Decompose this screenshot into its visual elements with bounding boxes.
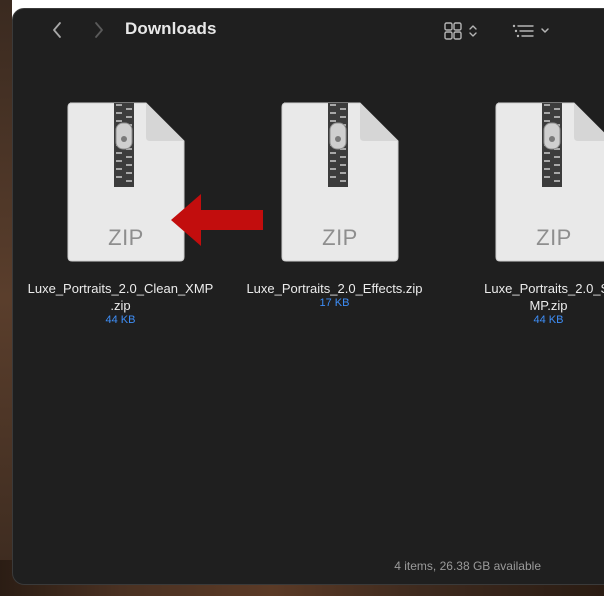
chevron-down-icon xyxy=(541,28,549,33)
file-grid: ZIP Luxe_Portraits_2.0_Clean_XMP .zip 44… xyxy=(13,53,604,584)
annotation-arrow xyxy=(171,194,263,246)
status-bar: 4 items, 26.38 GB available xyxy=(13,554,603,584)
zip-file-icon: ZIP xyxy=(278,101,402,263)
list-sort-icon xyxy=(512,24,534,38)
file-name-line: Luxe_Portraits_2.0_Effects.zip xyxy=(246,281,423,296)
zip-file-icon: ZIP xyxy=(64,101,188,263)
zip-icon-label: ZIP xyxy=(322,225,358,250)
file-size: 44 KB xyxy=(105,314,136,326)
finder-window: Downloads ZIP Luxe_Portraits_2.0_Clean_X… xyxy=(12,8,604,585)
file-name-line: MP.zip xyxy=(529,298,568,313)
file-name: Luxe_Portraits_2.0_Clean_XMP .zip 44 KB xyxy=(13,280,228,327)
zip-icon-label: ZIP xyxy=(536,225,572,250)
forward-button[interactable] xyxy=(85,17,113,43)
file-name-line: Luxe_Portraits_2.0_St xyxy=(484,281,604,296)
file-name: Luxe_Portraits_2.0_St MP.zip 44 KB xyxy=(441,280,604,327)
file-name-line: Luxe_Portraits_2.0_Clean_XMP xyxy=(27,281,214,296)
grid-view-icon xyxy=(444,22,462,40)
group-sort-button[interactable] xyxy=(511,19,565,43)
file-size: 44 KB xyxy=(533,314,564,326)
window-title: Downloads xyxy=(125,19,217,38)
zip-icon-label: ZIP xyxy=(108,225,144,250)
toolbar: Downloads xyxy=(13,9,604,53)
file-name: Luxe_Portraits_2.0_Effects.zip 17 KB xyxy=(227,280,442,310)
chevron-up-down-icon xyxy=(469,25,477,37)
zip-file-icon: ZIP xyxy=(492,101,604,263)
status-text: 4 items, 26.38 GB available xyxy=(394,559,541,573)
back-button[interactable] xyxy=(43,17,71,43)
file-name-line: .zip xyxy=(110,298,131,313)
desktop: Downloads ZIP Luxe_Portraits_2.0_Clean_X… xyxy=(0,0,604,596)
desktop-wallpaper-edge xyxy=(0,0,12,596)
chevron-left-icon xyxy=(53,22,61,38)
file-size: 17 KB xyxy=(319,297,350,309)
view-mode-button[interactable] xyxy=(443,19,493,43)
chevron-right-icon xyxy=(95,22,103,38)
